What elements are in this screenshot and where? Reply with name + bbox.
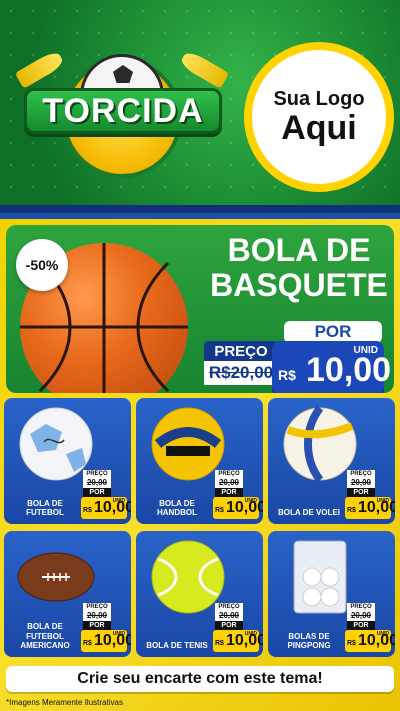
new-price-box: R$ 10,00 UNID	[345, 630, 395, 652]
unit-label: UNID	[244, 498, 257, 504]
old-price-box: PREÇO R$20,00	[204, 341, 278, 391]
campaign-logo: TORCIDA	[14, 40, 230, 185]
product-name: BOLA DE HANDBOL	[157, 498, 197, 518]
old-price: 20,00	[347, 478, 375, 488]
preco-label: PREÇO	[204, 341, 278, 361]
old-price: 20,00	[215, 478, 243, 488]
unit-label: UNID	[112, 631, 125, 637]
por-label: POR	[215, 621, 243, 630]
preco-label: PREÇO	[215, 470, 243, 478]
highlight-product[interactable]: -50% BOLA DE BASQUETE POR PREÇO R$20,00 …	[6, 225, 394, 393]
new-price-box: R$ 10,00 UNID	[81, 630, 131, 652]
header-banner: TORCIDA Sua Logo Aqui	[0, 0, 400, 205]
por-label: POR	[347, 488, 375, 497]
por-label: POR	[83, 488, 111, 497]
new-price-box: R$ 10,00 UNID	[345, 497, 395, 519]
campaign-title: TORCIDA	[24, 88, 222, 134]
currency: R$	[83, 640, 92, 647]
currency: R$	[347, 640, 356, 647]
discount-badge: -50%	[16, 239, 68, 291]
unit-label: UNID	[244, 631, 257, 637]
vuvuzela-icon	[178, 49, 230, 89]
currency: R$	[215, 507, 224, 514]
preco-label: PREÇO	[215, 603, 243, 611]
disclaimer-text: *Imagens Meramente Ilustrativas	[6, 698, 123, 707]
currency: R$	[347, 507, 356, 514]
currency: R$	[83, 507, 92, 514]
store-logo-placeholder[interactable]: Sua Logo Aqui	[244, 42, 394, 192]
product-name: BOLA DE FUTEBOL	[26, 498, 64, 518]
product-name: BOLA DE VOLEI	[278, 508, 340, 518]
preco-label: PREÇO	[83, 603, 111, 611]
product-price: PREÇO 20,00 POR R$ 10,00 UNID	[81, 470, 131, 520]
old-price: R$20,00	[204, 361, 278, 385]
preco-label: PREÇO	[347, 603, 375, 611]
product-price: PREÇO 20,00 POR R$ 10,00 UNID	[345, 470, 395, 520]
store-logo-line2: Aqui	[281, 108, 357, 147]
store-logo-line1: Sua Logo	[273, 87, 365, 110]
highlight-title-line2: BASQUETE	[210, 267, 388, 304]
product-card-futebol[interactable]: BOLA DE FUTEBOL PREÇO 20,00 POR R$ 10,00…	[4, 398, 131, 524]
product-price: PREÇO 20,00 POR R$ 10,00 UNID	[213, 470, 263, 520]
product-name: BOLA DE FUTEBOL AMERICANO	[20, 622, 70, 651]
product-price: PREÇO 20,00 POR R$ 10,00 UNID	[345, 603, 395, 653]
product-card-pingpong[interactable]: BOLAS DE PINGPONG PREÇO 20,00 POR R$ 10,…	[268, 531, 395, 657]
currency: R$	[215, 640, 224, 647]
old-price: 20,00	[83, 478, 111, 488]
currency: R$	[278, 367, 296, 383]
old-price: 20,00	[215, 611, 243, 621]
product-name: BOLAS DE PINGPONG	[287, 631, 331, 651]
por-label: POR	[284, 321, 382, 343]
old-price: 20,00	[347, 611, 375, 621]
new-price-box: R$ 10,00 UNID	[81, 497, 131, 519]
por-label: POR	[83, 621, 111, 630]
unit-label: UNID	[353, 345, 378, 356]
new-price-box: R$ 10,00 UNID	[272, 341, 391, 393]
product-card-handbol[interactable]: BOLA DE HANDBOL PREÇO 20,00 POR R$ 10,00…	[136, 398, 263, 524]
unit-label: UNID	[376, 498, 389, 504]
old-price: 20,00	[83, 611, 111, 621]
unit-label: UNID	[376, 631, 389, 637]
product-price: PREÇO 20,00 POR R$ 10,00 UNID	[81, 603, 131, 653]
highlight-title-line1: BOLA DE	[227, 232, 371, 268]
new-price: 10,00	[306, 351, 392, 389]
product-card-futebol-americano[interactable]: BOLA DE FUTEBOL AMERICANO PREÇO 20,00 PO…	[4, 531, 131, 657]
product-card-tenis[interactable]: BOLA DE TENIS PREÇO 20,00 POR R$ 10,00 U…	[136, 531, 263, 657]
new-price-box: R$ 10,00 UNID	[213, 497, 263, 519]
highlight-title: BOLA DE BASQUETE	[206, 232, 392, 304]
product-card-volei[interactable]: BOLA DE VOLEI PREÇO 20,00 POR R$ 10,00 U…	[268, 398, 395, 524]
new-price-box: R$ 10,00 UNID	[213, 630, 263, 652]
preco-label: PREÇO	[347, 470, 375, 478]
por-label: POR	[347, 621, 375, 630]
product-price: PREÇO 20,00 POR R$ 10,00 UNID	[213, 603, 263, 653]
cta-button[interactable]: Crie seu encarte com este tema!	[6, 666, 394, 692]
por-label: POR	[215, 488, 243, 497]
preco-label: PREÇO	[83, 470, 111, 478]
vuvuzela-icon	[14, 49, 66, 89]
unit-label: UNID	[112, 498, 125, 504]
product-name: BOLA DE TENIS	[146, 641, 208, 651]
